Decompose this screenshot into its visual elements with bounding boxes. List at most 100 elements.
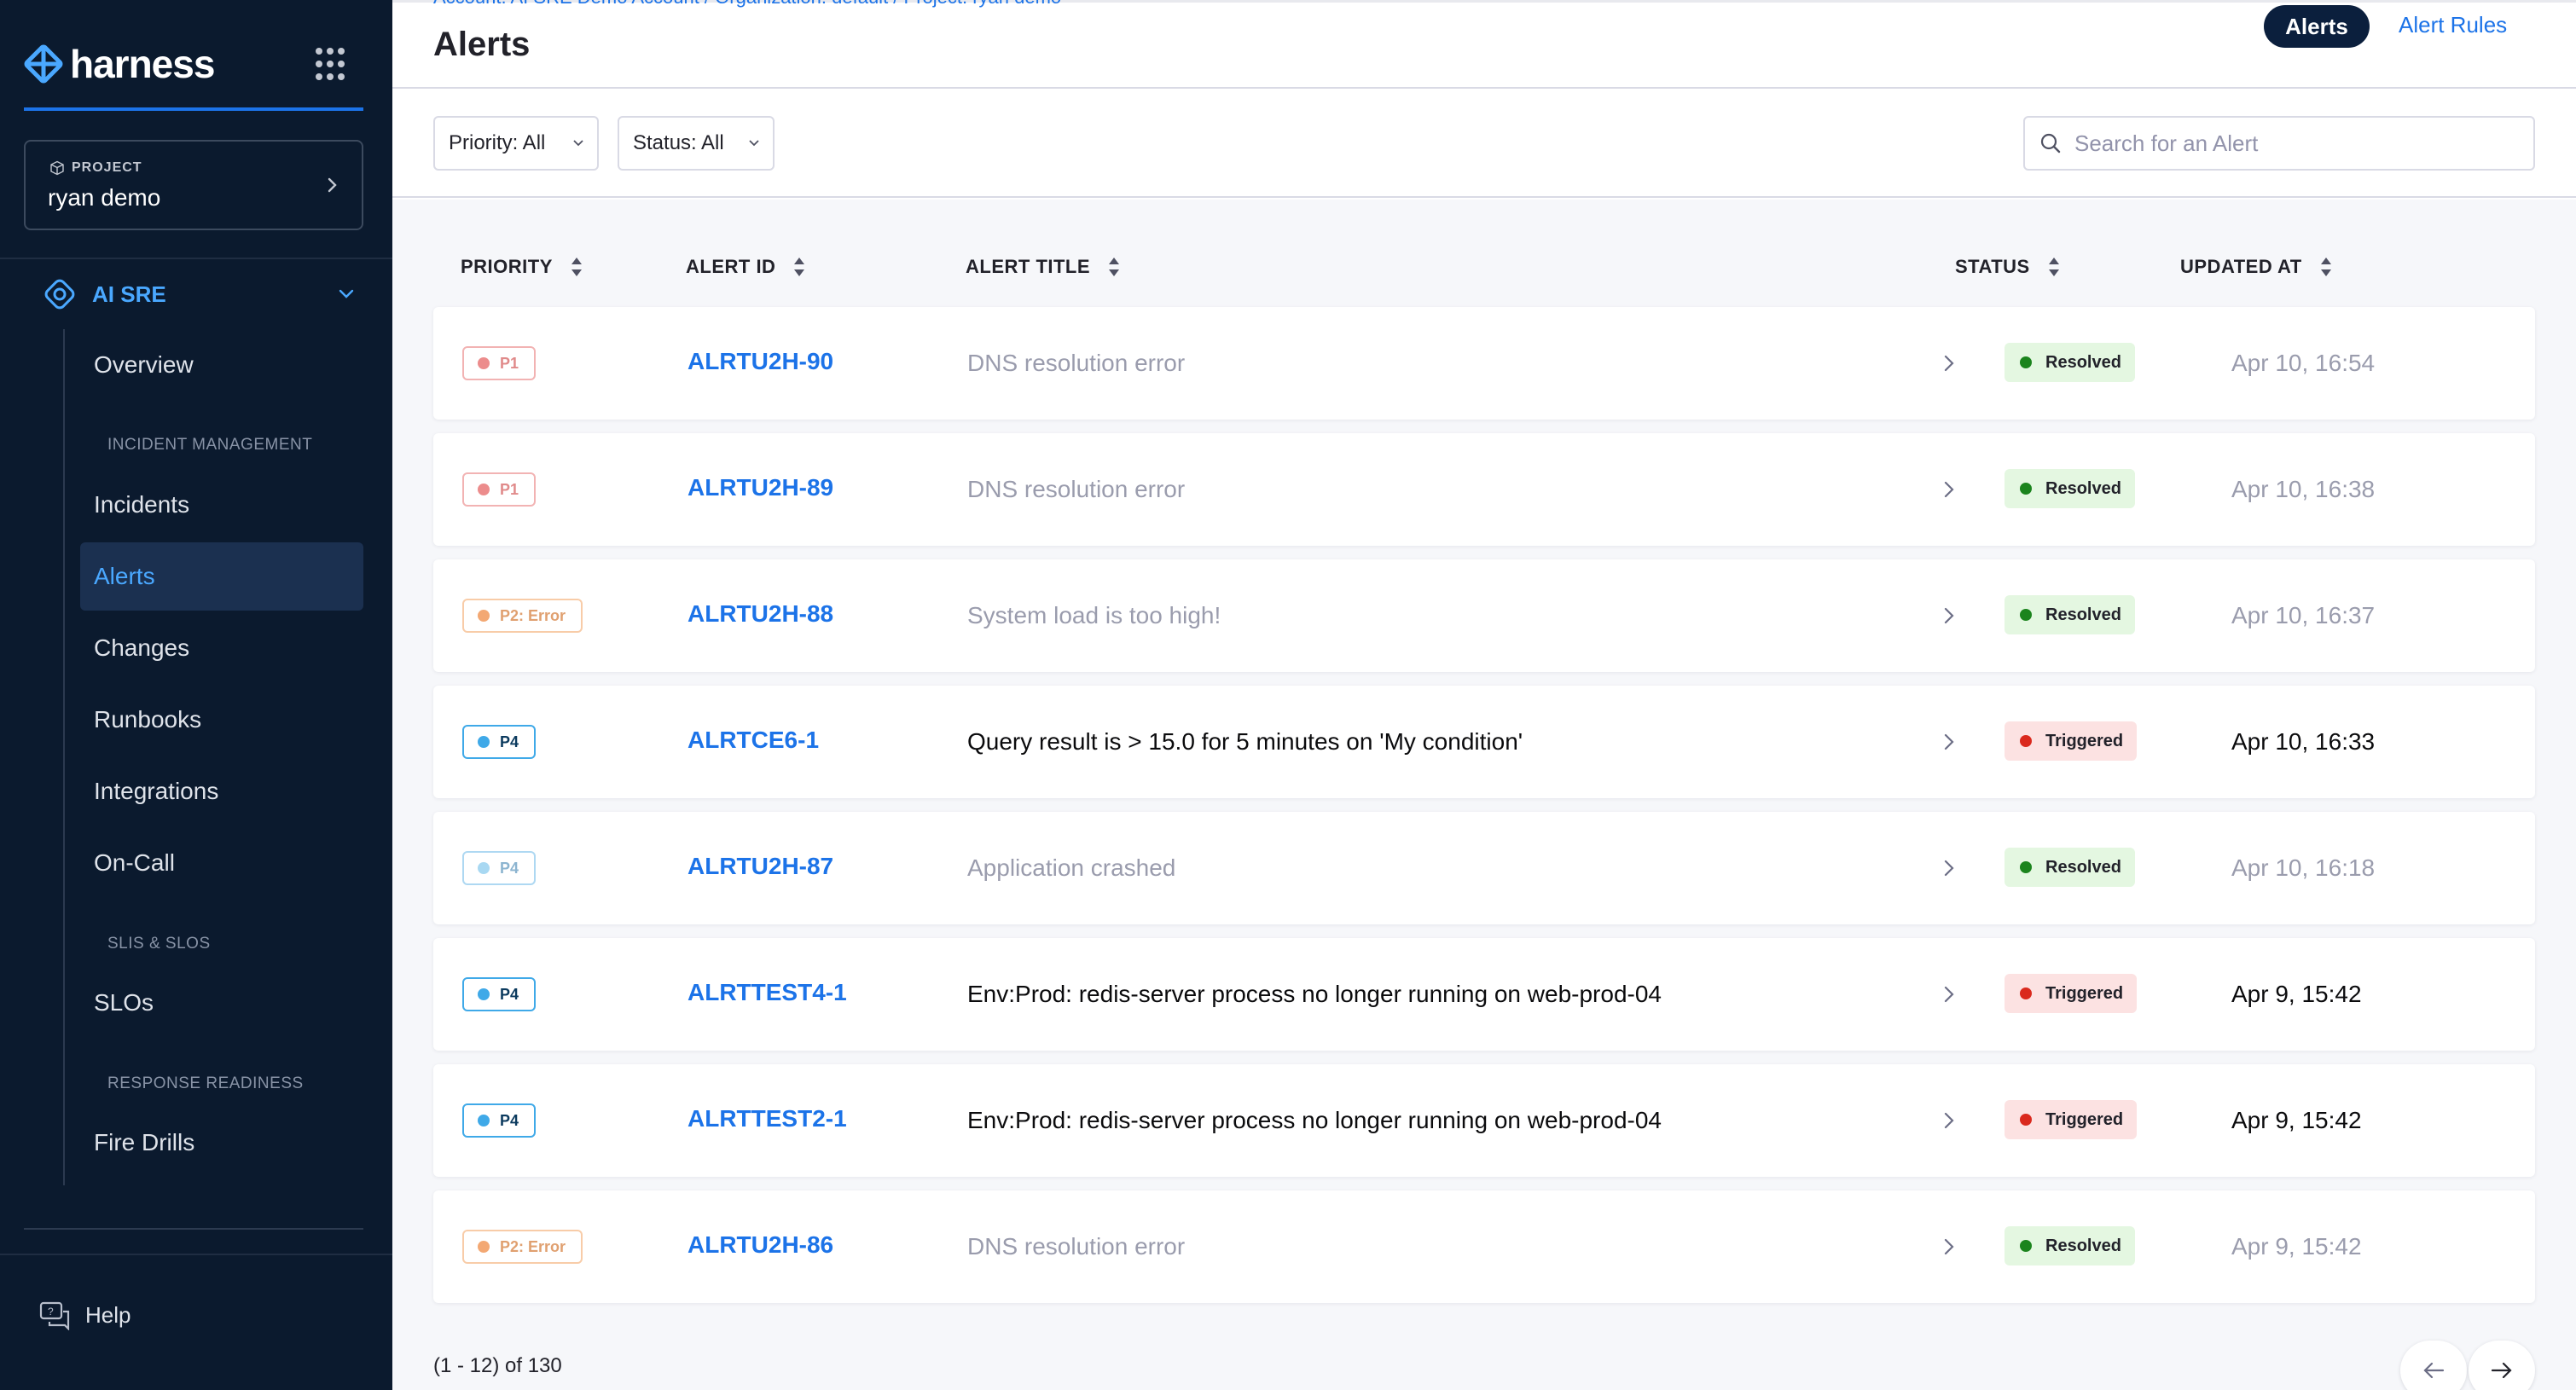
status-dot [2020, 609, 2032, 621]
status-dot [2020, 356, 2032, 368]
table-row[interactable]: P2: Error ALRTU2H-86 DNS resolution erro… [433, 1190, 2535, 1303]
svg-text:?: ? [48, 1306, 54, 1318]
chevron-right-icon[interactable] [1940, 479, 1958, 500]
tab-alerts[interactable]: Alerts [2264, 5, 2370, 48]
alert-id-link[interactable]: ALRTU2H-89 [688, 474, 833, 501]
status-badge: Resolved [2005, 343, 2135, 382]
priority-dot [478, 484, 490, 495]
help-label: Help [85, 1301, 131, 1328]
app-launcher-icon[interactable] [316, 48, 350, 82]
priority-badge: P4 [462, 1103, 537, 1138]
sidebar-item-on-call[interactable]: On-Call [80, 829, 363, 897]
table-row[interactable]: P2: Error ALRTU2H-88 System load is too … [433, 559, 2535, 672]
column-header-priority[interactable]: PRIORITY [461, 256, 583, 278]
alert-title: Application crashed [967, 854, 1176, 881]
alert-title: DNS resolution error [967, 476, 1186, 502]
table-row[interactable]: P4 ALRTU2H-87 Application crashed Resolv… [433, 812, 2535, 924]
module-ai-sre[interactable]: AI SRE [41, 273, 357, 316]
arrow-right-icon [2491, 1362, 2512, 1379]
sidebar-item-runbooks[interactable]: Runbooks [80, 686, 363, 754]
breadcrumb[interactable]: Account: AI SRE Demo Account / Organizat… [433, 0, 1061, 9]
priority-badge: P2: Error [462, 599, 583, 633]
chevron-down-icon[interactable] [336, 283, 357, 304]
section-response-readiness: RESPONSE READINESS [107, 1074, 304, 1092]
chevron-right-icon[interactable] [1940, 1110, 1958, 1131]
chevron-right-icon[interactable] [1940, 732, 1958, 752]
alert-id-link[interactable]: ALRTTEST4-1 [688, 979, 847, 1006]
sidebar-divider [0, 258, 392, 259]
chevron-right-icon[interactable] [1940, 858, 1958, 878]
help-chat-icon: ? [39, 1301, 70, 1330]
project-name: ryan demo [48, 184, 161, 211]
status-filter-label: Status: All [633, 131, 724, 154]
column-header-status[interactable]: STATUS [1955, 256, 2061, 278]
alert-id-link[interactable]: ALRTCE6-1 [688, 727, 819, 754]
alert-title: System load is too high! [967, 602, 1221, 628]
chevron-right-icon [328, 177, 337, 193]
status-badge: Resolved [2005, 1226, 2135, 1265]
nav-tree-line [63, 329, 65, 1185]
previous-page-button[interactable] [2400, 1341, 2467, 1390]
alert-id-link[interactable]: ALRTU2H-88 [688, 600, 833, 628]
brand-underline [24, 107, 363, 111]
sidebar-item-integrations[interactable]: Integrations [80, 757, 363, 825]
main-content: Account: AI SRE Demo Account / Organizat… [392, 0, 2576, 1390]
updated-at: Apr 10, 16:37 [2231, 602, 2376, 628]
priority-badge: P1 [462, 346, 537, 380]
sort-icon [794, 258, 805, 276]
table-row[interactable]: P4 ALRTTEST2-1 Env:Prod: redis-server pr… [433, 1064, 2535, 1177]
status-dot [2020, 987, 2032, 999]
sidebar-footer-divider [0, 1254, 392, 1255]
updated-at: Apr 9, 15:42 [2231, 1233, 2362, 1260]
status-dot [2020, 861, 2032, 873]
tab-alert-rules[interactable]: Alert Rules [2399, 12, 2507, 38]
priority-dot [478, 736, 490, 748]
sidebar-item-overview[interactable]: Overview [80, 331, 363, 399]
table-row[interactable]: P4 ALRTCE6-1 Query result is > 15.0 for … [433, 686, 2535, 798]
updated-at: Apr 10, 16:54 [2231, 350, 2376, 376]
sort-icon [2048, 258, 2059, 276]
harness-logo-icon [24, 44, 63, 84]
priority-dot [478, 610, 490, 622]
status-dot [2020, 483, 2032, 495]
sort-icon [571, 258, 582, 276]
project-selector[interactable]: PROJECT ryan demo [24, 140, 363, 230]
priority-filter-dropdown[interactable]: Priority: All [433, 116, 599, 171]
chevron-right-icon[interactable] [1940, 353, 1958, 374]
sidebar-item-fire-drills[interactable]: Fire Drills [80, 1109, 363, 1177]
section-slis-slos: SLIS & SLOS [107, 935, 211, 953]
alert-title: Env:Prod: redis-server process no longer… [967, 1107, 1662, 1133]
alert-id-link[interactable]: ALRTU2H-87 [688, 853, 833, 880]
alert-id-link[interactable]: ALRTTEST2-1 [688, 1105, 847, 1132]
chevron-right-icon[interactable] [1940, 984, 1958, 1005]
table-row[interactable]: P1 ALRTU2H-90 DNS resolution error Resol… [433, 307, 2535, 420]
priority-dot [478, 357, 490, 369]
page-title: Alerts [433, 26, 531, 63]
alert-id-link[interactable]: ALRTU2H-86 [688, 1231, 833, 1259]
priority-badge: P2: Error [462, 1230, 583, 1264]
search-input[interactable] [2074, 130, 2518, 157]
next-page-button[interactable] [2469, 1341, 2535, 1390]
sidebar-item-alerts[interactable]: Alerts [80, 542, 363, 611]
help-button[interactable]: ? Help [39, 1300, 131, 1330]
search-box[interactable] [2023, 116, 2535, 171]
chevron-right-icon[interactable] [1940, 605, 1958, 626]
column-header-alert-title[interactable]: ALERT TITLE [966, 256, 1121, 278]
alert-title: Env:Prod: redis-server process no longer… [967, 981, 1662, 1007]
alerts-table: PRIORITY ALERT ID ALERT TITLE STATUS UPD… [392, 200, 2576, 1390]
status-filter-dropdown[interactable]: Status: All [618, 116, 775, 171]
alert-title: DNS resolution error [967, 1233, 1186, 1260]
table-row[interactable]: P4 ALRTTEST4-1 Env:Prod: redis-server pr… [433, 938, 2535, 1051]
priority-badge: P4 [462, 725, 537, 759]
table-row[interactable]: P1 ALRTU2H-89 DNS resolution error Resol… [433, 433, 2535, 546]
sidebar-item-incidents[interactable]: Incidents [80, 471, 363, 539]
column-header-updated-at[interactable]: UPDATED AT [2180, 256, 2333, 278]
sidebar-item-changes[interactable]: Changes [80, 614, 363, 682]
column-header-alert-id[interactable]: ALERT ID [686, 256, 806, 278]
alert-id-link[interactable]: ALRTU2H-90 [688, 348, 833, 375]
brand[interactable]: harness [22, 34, 215, 94]
chevron-right-icon[interactable] [1940, 1237, 1958, 1257]
status-badge: Resolved [2005, 469, 2135, 508]
sidebar-item-slos[interactable]: SLOs [80, 969, 363, 1037]
updated-at: Apr 9, 15:42 [2231, 1107, 2362, 1133]
